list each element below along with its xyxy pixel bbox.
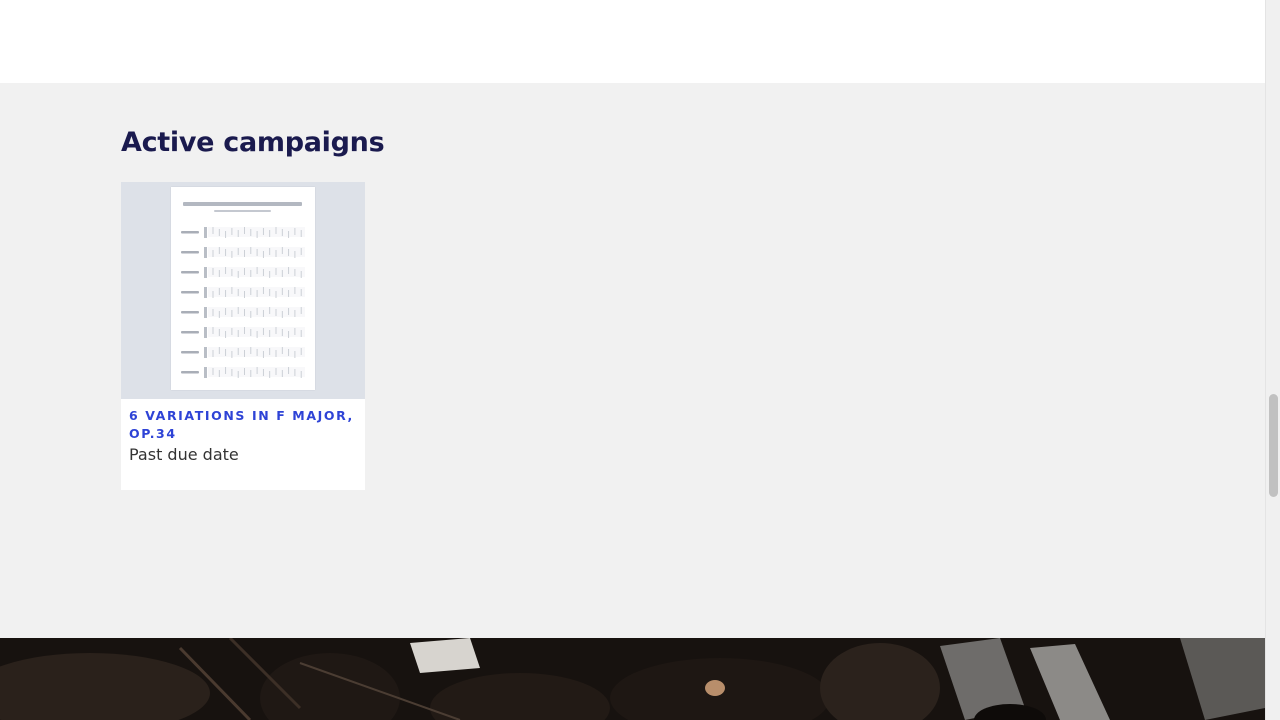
- active-campaigns-section: Active campaigns 6 VARIATIONS IN F MAJOR…: [0, 83, 1265, 638]
- footer-orchestra-image: [0, 638, 1265, 720]
- campaign-status: Past due date: [129, 445, 239, 464]
- section-title: Active campaigns: [121, 127, 385, 158]
- page: Active campaigns 6 VARIATIONS IN F MAJOR…: [0, 0, 1265, 720]
- sheet-music-icon: [171, 187, 315, 390]
- vertical-scrollbar[interactable]: [1265, 0, 1280, 720]
- scrollbar-thumb[interactable]: [1269, 394, 1278, 497]
- campaign-title-link[interactable]: 6 VARIATIONS IN F MAJOR, OP.34: [129, 407, 355, 443]
- campaign-card[interactable]: 6 VARIATIONS IN F MAJOR, OP.34 Past due …: [121, 182, 365, 490]
- campaign-thumbnail[interactable]: [121, 182, 365, 399]
- top-white-area: [0, 0, 1265, 83]
